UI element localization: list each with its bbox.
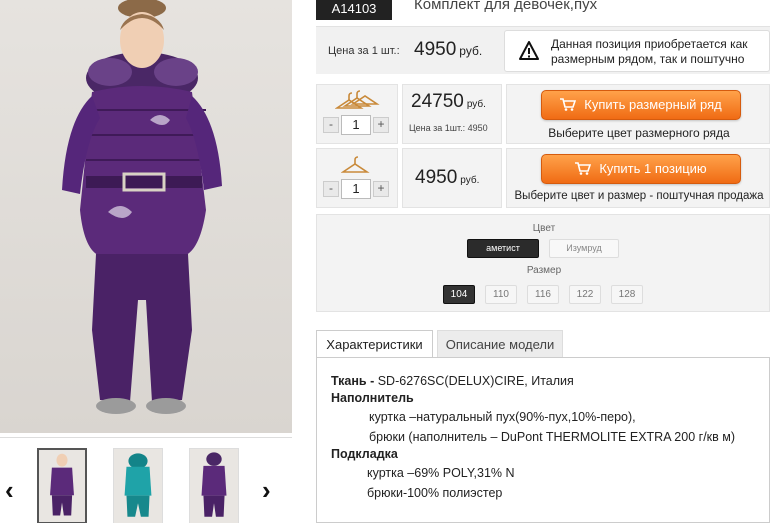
buy-single-row: - 1 + 4950 руб. Купить 1 позицию Выберите… [316,148,770,208]
fabric-value: SD-6276SC(DELUX)CIRE, Италия [374,374,574,388]
info-tabs: Характеристики Описание модели [316,330,770,358]
options-panel: Цвет аметист Изумруд Размер 104 110 116 … [316,214,770,312]
color-option-emerald[interactable]: Изумруд [549,239,619,258]
sum-cell: 24750 руб. Цена за 1шт.: 4950 [402,84,502,144]
thumbnail-1[interactable] [37,448,87,523]
fabric-line: Ткань - SD-6276SC(DELUX)CIRE, Италия [331,374,574,388]
quantity-decrease-button[interactable]: - [323,181,339,197]
sum-value: 24750 руб. [411,91,486,113]
sum-cell: 4950 руб. [402,148,502,208]
sku-badge: A14103 [316,0,392,20]
sum-unit: руб. [460,175,480,186]
single-caption: Выберите цвет и размер - поштучная прода… [514,190,764,202]
unit-price-note: Цена за 1шт.: 4950 [409,123,488,133]
title-row: A14103 Комплект для девочек,пух [316,0,770,20]
notice-text: Данная позиция приобретается как размерн… [551,37,748,66]
size-option-104[interactable]: 104 [443,285,475,304]
product-image [62,0,222,414]
cart-icon [575,161,592,175]
lining-heading: Подкладка [331,447,398,461]
warning-icon [519,41,539,60]
characteristics-panel: Ткань - SD-6276SC(DELUX)CIRE, Италия Нап… [316,357,770,523]
quantity-cell: - 1 + [316,148,398,208]
filler-heading: Наполнитель [331,391,414,405]
lining-jacket: куртка –69% POLY,31% N [367,466,515,480]
filler-jacket: куртка –натуральный пух(90%-пух,10%-перо… [369,410,636,424]
purchase-notice: Данная позиция приобретается как размерн… [504,30,770,72]
quantity-increase-button[interactable]: + [373,181,389,197]
product-title: Комплект для девочек,пух [414,0,598,13]
thumbnail-3[interactable] [189,448,239,523]
hanger-icon [335,90,380,109]
sum-amount: 4950 [415,167,458,188]
price-value: 4950 руб. [414,39,482,61]
product-info: A14103 Комплект для девочек,пух Цена за … [316,0,770,523]
sum-value: 4950 руб. [415,167,479,189]
product-photo[interactable] [0,0,292,433]
price-label: Цена за 1 шт.: [328,45,400,57]
quantity-input[interactable]: 1 [341,179,371,199]
quantity-increase-button[interactable]: + [373,117,389,133]
lining-pants: брюки-100% полиэстер [367,486,503,500]
quantity-decrease-button[interactable]: - [323,117,339,133]
chevron-right-icon[interactable]: › [262,477,271,503]
size-option-110[interactable]: 110 [485,285,517,304]
buy-single-button[interactable]: Купить 1 позицию [541,154,741,184]
lining-label: Подкладка [331,447,398,461]
chevron-left-icon[interactable]: ‹ [5,477,14,503]
buy-size-range-button[interactable]: Купить размерный ряд [541,90,741,120]
size-option-128[interactable]: 128 [611,285,643,304]
price-box: Цена за 1 шт.: 4950 руб. Данная позиция п… [316,26,770,74]
size-label: Размер [526,265,562,276]
quantity-cell: - 1 + [316,84,398,144]
hanger-icon [341,156,370,173]
quantity-input[interactable]: 1 [341,115,371,135]
price-amount: 4950 [414,39,457,60]
action-cell: Купить 1 позицию Выберите цвет и размер … [506,148,770,208]
cart-icon [560,97,577,111]
buy-size-range-row: - 1 + 24750 руб. Цена за 1шт.: 4950 Купит… [316,84,770,144]
buy-single-label: Купить 1 позицию [599,161,707,176]
filler-label: Наполнитель [331,391,414,405]
tab-characteristics[interactable]: Характеристики [316,330,433,358]
buy-size-range-label: Купить размерный ряд [584,97,722,112]
sum-unit: руб. [466,99,486,110]
color-option-amethyst[interactable]: аметист [467,239,539,258]
sum-amount: 24750 [411,91,464,112]
filler-pants: брюки (наполнитель – DuPont THERMOLITE E… [369,430,736,444]
tab-model-description[interactable]: Описание модели [437,330,563,358]
fabric-label: Ткань - [331,374,375,388]
size-option-116[interactable]: 116 [527,285,559,304]
size-option-122[interactable]: 122 [569,285,601,304]
action-cell: Купить размерный ряд Выберите цвет разме… [506,84,770,144]
price-unit: руб. [459,44,483,58]
color-label: Цвет [532,223,556,234]
thumbnail-2[interactable] [113,448,163,523]
thumbnail-gallery: ‹ › [0,437,292,523]
size-range-caption: Выберите цвет размерного ряда [548,126,730,140]
